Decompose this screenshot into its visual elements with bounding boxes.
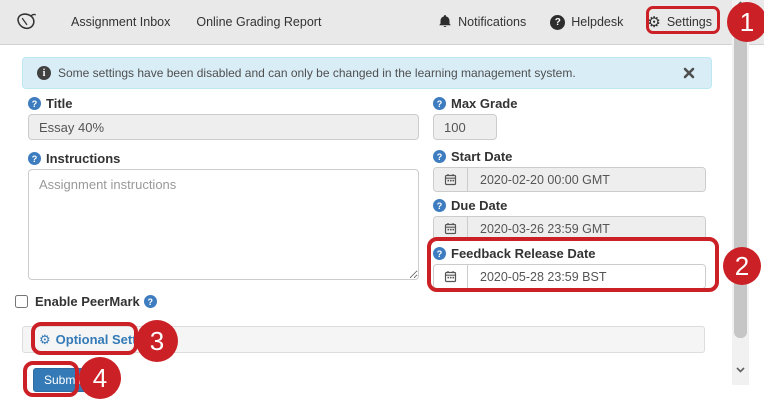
submit-button[interactable]: Submit [33,368,92,392]
info-icon: i [37,66,51,80]
enable-peermark-checkbox[interactable] [15,295,28,308]
max-grade-label: ? Max Grade [433,96,706,111]
calendar-icon [434,168,468,191]
help-icon[interactable]: ? [433,247,446,260]
optional-settings-label: Optional Settings [56,332,164,347]
instructions-field[interactable] [28,169,419,280]
due-date-label: ? Due Date [433,198,706,213]
form-left-column: ? Title ? Instructions [28,96,419,285]
feedback-release-date-group [433,264,706,289]
due-date-block: ? Due Date [433,198,706,241]
helpdesk-label: Helpdesk [571,15,623,29]
help-icon[interactable]: ? [28,97,41,110]
lms-settings-alert: i Some settings have been disabled and c… [22,57,712,89]
turnitin-assignment-settings-screen: Assignment Inbox Online Grading Report N… [0,0,764,400]
optional-settings-panel: ⚙ Optional Settings [22,326,705,353]
notifications-label: Notifications [458,15,526,29]
alert-message: Some settings have been disabled and can… [58,66,681,80]
due-date-field[interactable] [468,217,705,240]
nav-right-group: Notifications ? Helpdesk ⚙ Settings [438,14,712,31]
start-date-label-text: Start Date [451,149,512,164]
calendar-icon [434,217,468,240]
help-icon[interactable]: ? [433,150,446,163]
calendar-icon[interactable] [434,265,468,288]
due-date-group [433,216,706,241]
help-icon[interactable]: ? [433,199,446,212]
feedback-release-date-label: ? Feedback Release Date [433,246,706,261]
gear-icon: ⚙ [647,15,660,30]
help-icon[interactable]: ? [433,97,446,110]
start-date-block: ? Start Date [433,149,706,192]
nav-assignment-inbox[interactable]: Assignment Inbox [71,15,170,29]
help-icon[interactable]: ? [144,295,157,308]
top-nav-bar: Assignment Inbox Online Grading Report N… [0,0,764,45]
settings-label: Settings [667,15,712,29]
bell-icon [438,14,452,31]
title-field[interactable] [28,114,419,140]
gear-icon: ⚙ [39,333,51,346]
question-circle-icon: ? [550,15,565,30]
max-grade-field[interactable] [433,114,497,140]
help-icon[interactable]: ? [28,152,41,165]
optional-settings-link[interactable]: ⚙ Optional Settings [39,332,163,347]
settings-button[interactable]: ⚙ Settings [647,15,712,30]
feedback-release-date-label-text: Feedback Release Date [451,246,596,261]
feedback-release-date-field[interactable] [468,265,705,288]
scroll-down-icon[interactable] [732,367,749,373]
title-label: ? Title [28,96,419,111]
vertical-scrollbar[interactable] [732,0,749,385]
scrollbar-thumb[interactable] [734,14,747,338]
max-grade-block: ? Max Grade [433,96,706,140]
title-label-text: Title [46,96,73,111]
scroll-up-icon[interactable] [732,1,749,7]
instructions-label-text: Instructions [46,151,120,166]
enable-peermark-row: Enable PeerMark ? [15,294,157,309]
max-grade-label-text: Max Grade [451,96,517,111]
nav-left-group: Assignment Inbox Online Grading Report [14,10,321,35]
nav-online-grading-report[interactable]: Online Grading Report [196,15,321,29]
notifications-button[interactable]: Notifications [438,14,526,31]
enable-peermark-label: Enable PeerMark [35,294,140,309]
turnitin-logo-icon [14,10,39,35]
alert-close-icon[interactable] [681,65,697,81]
helpdesk-button[interactable]: ? Helpdesk [550,15,623,30]
start-date-field[interactable] [468,168,705,191]
due-date-label-text: Due Date [451,198,507,213]
feedback-release-date-block: ? Feedback Release Date [433,246,706,289]
instructions-label: ? Instructions [28,151,419,166]
start-date-group [433,167,706,192]
start-date-label: ? Start Date [433,149,706,164]
